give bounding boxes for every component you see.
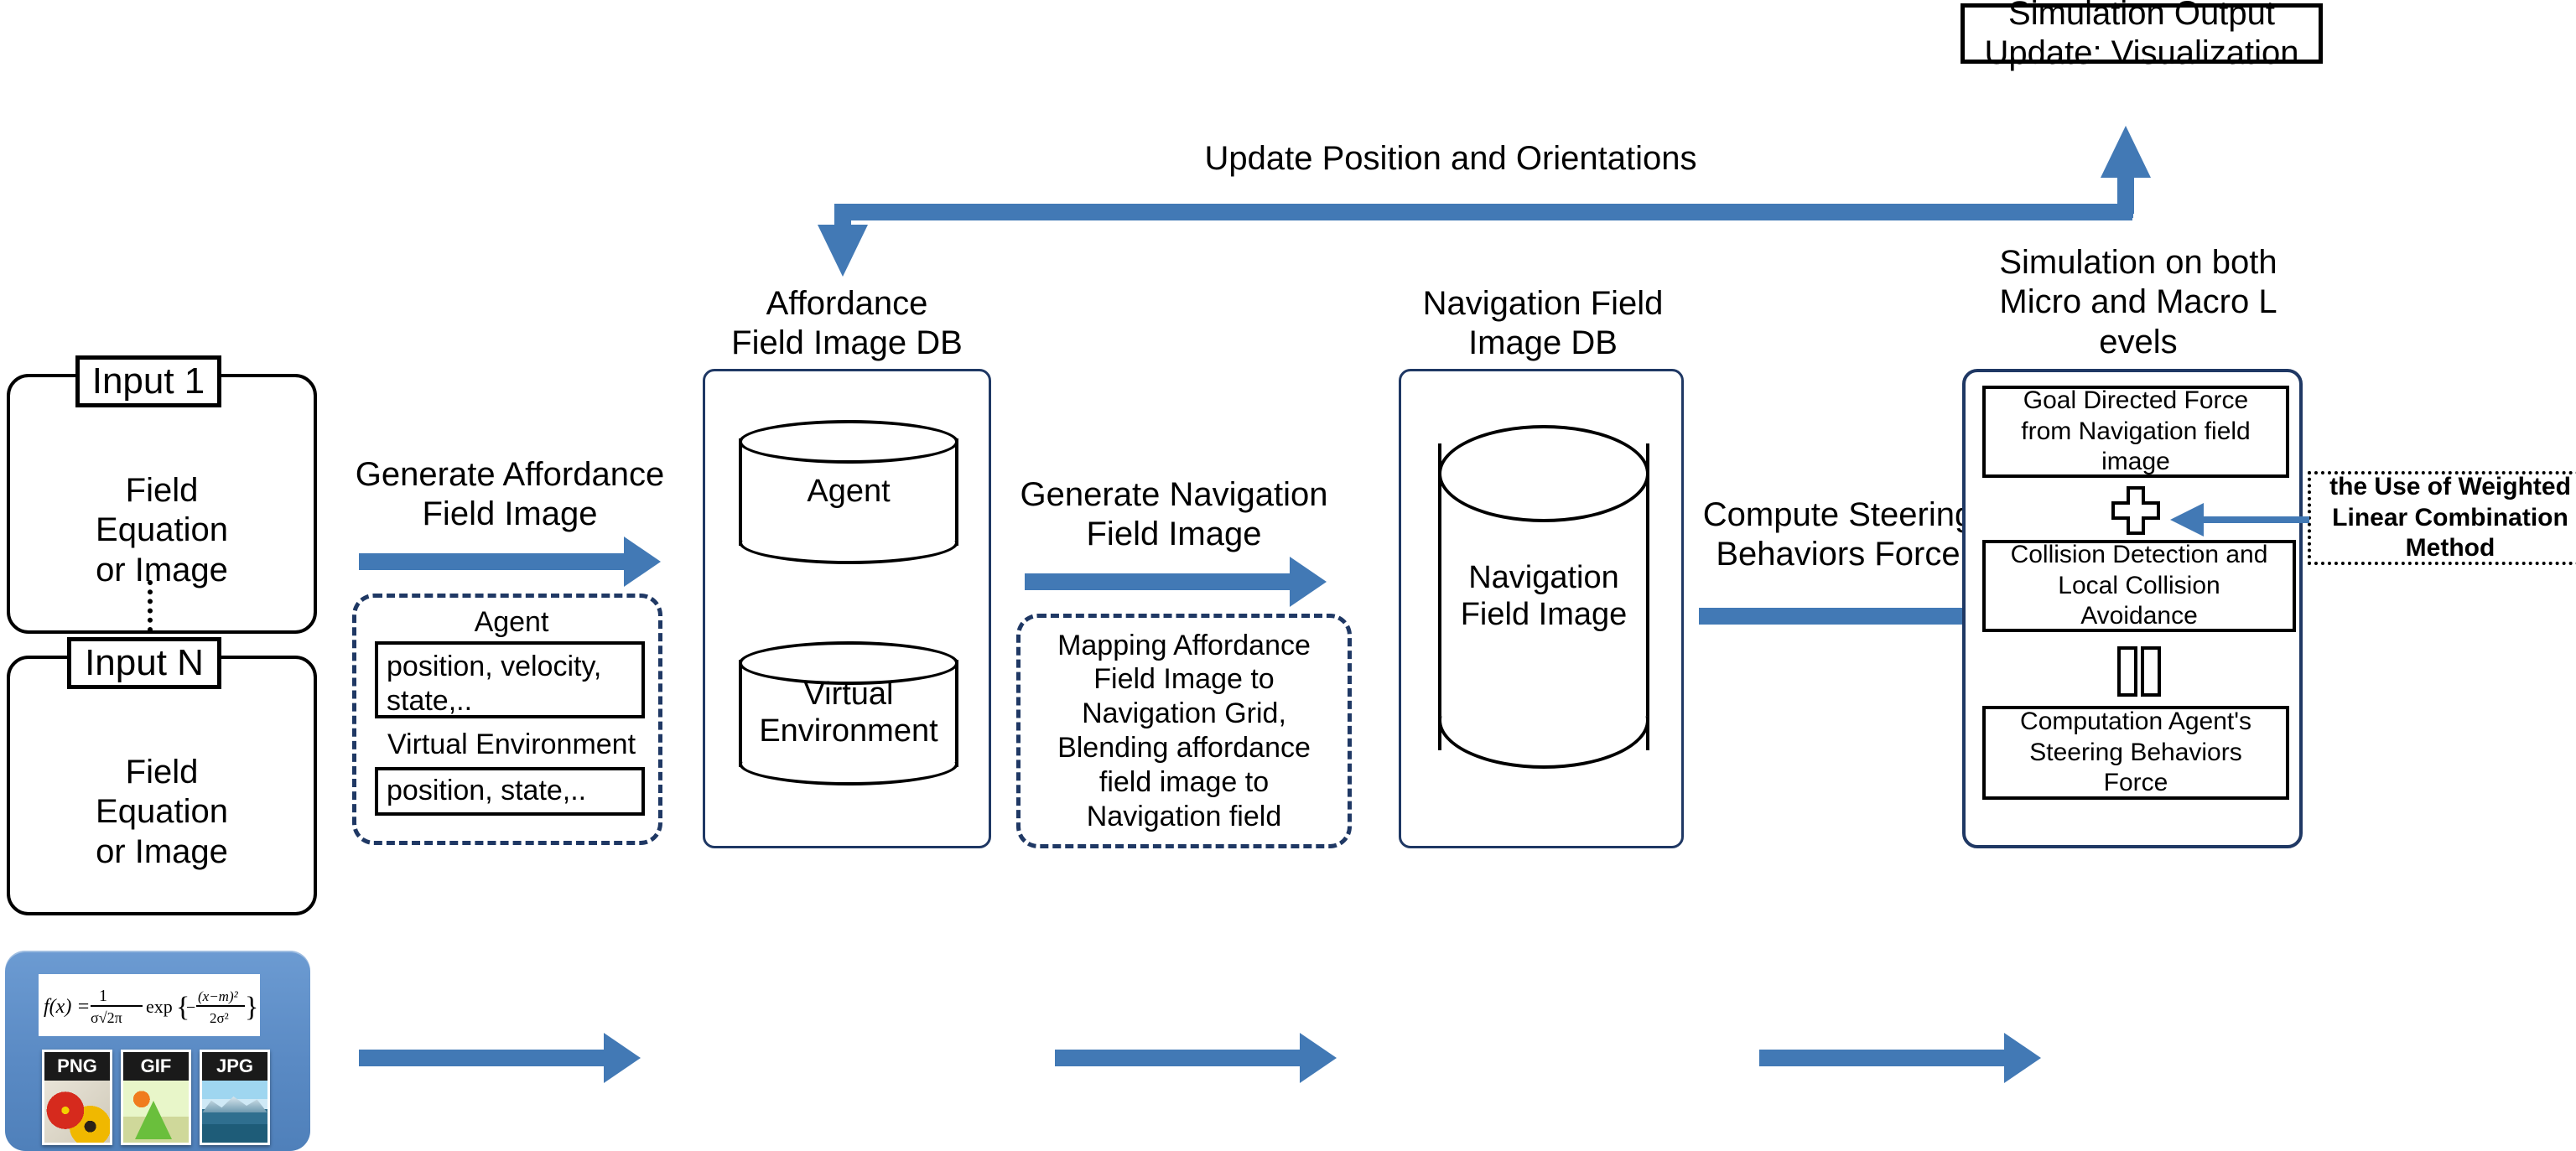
thumb-gif: GIF: [121, 1050, 191, 1145]
thumb-png: PNG: [42, 1050, 112, 1145]
generate-affordance-label: Generate Affordance Field Image: [355, 455, 665, 532]
virtual-environment-label: Virtual Environment: [387, 728, 636, 760]
generate-navigation-label: Generate Navigation Field Image: [1020, 475, 1328, 552]
image-format-thumbs: PNG GIF JPG: [42, 1050, 270, 1145]
svg-text:exp: exp: [146, 996, 173, 1017]
mapping-box: Mapping Affordance Field Image to Naviga…: [1016, 614, 1352, 848]
thumb-png-caption: PNG: [44, 1052, 110, 1081]
navigation-db-cylinder: Navigation Field Image: [1438, 425, 1649, 769]
filmstrip-arrow-3: [1759, 1033, 2041, 1083]
navigation-db-cylinder-label: Navigation Field Image: [1460, 560, 1628, 632]
agent-state-box: Agent position, velocity, state,.. Virtu…: [352, 594, 662, 845]
affordance-db-cylinder-venv-label: Virtual Environment: [759, 677, 938, 749]
weighted-linear-combination-note: the Use of Weighted Linear Combination M…: [2308, 471, 2576, 565]
agent-label: Agent: [474, 605, 549, 638]
svg-text:−: −: [186, 998, 195, 1017]
svg-text:(x−m)²: (x−m)²: [198, 988, 239, 1004]
input-1-body: Field Equation or Image: [96, 472, 228, 588]
mapping-box-text: Mapping Affordance Field Image to Naviga…: [1057, 629, 1311, 832]
svg-text:1: 1: [99, 987, 107, 1005]
input-n-body: Field Equation or Image: [96, 754, 228, 870]
weighted-linear-combination-note-text: the Use of Weighted Linear Combination M…: [2329, 473, 2571, 563]
simulation-block-collision: Collision Detection and Local Collision …: [1982, 540, 2296, 632]
simulation-output-box: Simulation Output Update: Visualization: [1961, 0, 2323, 71]
gaussian-formula-icon: f(x) = 1 σ√2π exp { − (x−m)² 2σ² }: [44, 987, 258, 1026]
generate-affordance-arrow: [359, 537, 661, 587]
simulation-group-panel: Goal Directed Force from Navigation fiel…: [1962, 369, 2303, 848]
svg-text:σ√2π: σ√2π: [91, 1009, 122, 1026]
gaussian-formula-card: f(x) = 1 σ√2π exp { − (x−m)² 2σ² }: [39, 974, 260, 1036]
navigation-db-title: Navigation Field Image DB: [1422, 284, 1664, 361]
thumb-jpg: JPG: [200, 1050, 270, 1145]
virtual-environment-props-box: position, state,..: [375, 767, 645, 816]
simulation-block-goal-force: Goal Directed Force from Navigation fiel…: [1982, 386, 2289, 478]
filmstrip-arrow-1: [359, 1033, 641, 1083]
svg-text:2σ²: 2σ²: [210, 1010, 229, 1026]
thumb-jpg-caption: JPG: [202, 1052, 267, 1081]
input-n-tab-label: Input N: [85, 642, 204, 683]
simulation-block-steering: Computation Agent's Steering Behaviors F…: [1982, 706, 2289, 800]
input-1-tab-label: Input 1: [91, 360, 205, 402]
input-ellipsis-divider: [148, 580, 153, 632]
input-group-n: Field Equation or Image Input N: [7, 637, 317, 915]
update-position-label: Update Position and Orientations: [1204, 140, 1697, 178]
generate-navigation-arrow: [1025, 557, 1327, 607]
navigation-db-panel: Navigation Field Image: [1399, 369, 1684, 848]
agent-props-box: position, velocity, state,..: [375, 641, 645, 718]
compute-steering-label: Compute Steering Behaviors Force: [1702, 495, 1974, 573]
thumb-gif-caption: GIF: [123, 1052, 189, 1081]
input-group-1: Field Equation or Image Input 1: [7, 355, 317, 634]
simulation-output-label: Simulation Output Update: Visualization: [1984, 0, 2299, 71]
plus-icon: [2111, 486, 2160, 535]
compute-steering-arrow: [1699, 591, 2001, 641]
simulation-group-title: Simulation on both Micro and Macro L eve…: [1999, 244, 2277, 360]
affordance-db-title: Affordance Field Image DB: [731, 284, 963, 361]
filmstrip-panel-inputs: f(x) = 1 σ√2π exp { − (x−m)² 2σ² } PNG G…: [5, 951, 310, 1151]
input-1-tab: Input 1: [75, 355, 221, 407]
affordance-db-panel: Agent Virtual Environment: [703, 369, 991, 848]
svg-text:}: }: [245, 992, 258, 1023]
affordance-db-cylinder-agent: Agent: [739, 420, 958, 564]
input-n-tab: Input N: [67, 637, 221, 689]
svg-text:f(x) =: f(x) =: [44, 996, 91, 1018]
affordance-db-cylinder-venv: Virtual Environment: [739, 641, 958, 785]
filmstrip-arrow-2: [1055, 1033, 1337, 1083]
equals-icon: [2116, 645, 2162, 697]
diagram-canvas: Simulation Output Update: Visualization …: [0, 0, 2576, 1151]
affordance-db-cylinder-agent-label: Agent: [807, 474, 891, 510]
